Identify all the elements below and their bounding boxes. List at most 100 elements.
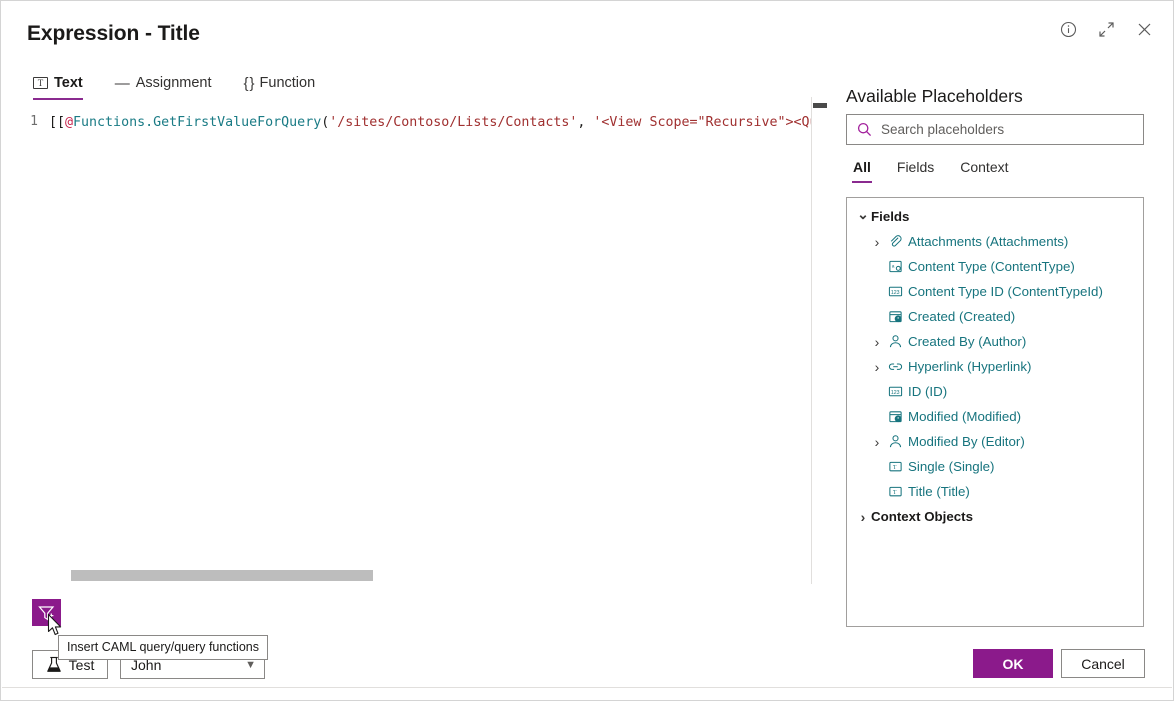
content-type-icon-wrap: a (885, 259, 905, 274)
tree-field-row[interactable]: › Attachments (Attachments) (847, 229, 1143, 254)
tab-function[interactable]: { } Function (242, 75, 318, 100)
tree-field-row[interactable]: 123 Content Type ID (ContentTypeId) (847, 279, 1143, 304)
equals-icon: — (115, 76, 130, 91)
svg-text:T: T (892, 490, 896, 496)
tree-field-row[interactable]: ›Modified By (Editor) (847, 429, 1143, 454)
text-field-icon-wrap: T (885, 459, 905, 474)
boxed-t-icon: T (33, 77, 48, 89)
editor-vertical-scrollbar-thumb[interactable] (813, 103, 827, 108)
line-number: 1 (30, 114, 38, 129)
insert-caml-query-button[interactable] (32, 599, 61, 626)
tree-row-label: Modified (Modified) (908, 409, 1021, 424)
line-number-gutter: 1 (2, 109, 48, 583)
code-editor[interactable]: 1 [[@Functions.GetFirstValueForQuery('/s… (2, 109, 811, 583)
tree-row-label: Content Type ID (ContentTypeId) (908, 284, 1103, 299)
tree-row-label: Single (Single) (908, 459, 994, 474)
content-type-icon: a (888, 259, 903, 274)
tree-row-label: Attachments (Attachments) (908, 234, 1068, 249)
expression-dialog: Expression - Title T (0, 0, 1174, 701)
code-token-fn: Functions.GetFirstValueForQuery (73, 115, 321, 130)
tree-row-label: ID (ID) (908, 384, 947, 399)
svg-text:a: a (891, 265, 894, 270)
page-title: Expression - Title (27, 22, 200, 46)
date-time-icon-wrap (885, 309, 905, 324)
close-icon[interactable] (1133, 18, 1155, 40)
tree-row-label: Content Type (ContentType) (908, 259, 1075, 274)
chevron-right-icon[interactable]: › (869, 434, 885, 450)
tree-row-label: Title (Title) (908, 484, 970, 499)
code-token-str: '<View Scope="Recursive"><Qu (593, 115, 811, 130)
window-controls (1057, 18, 1155, 40)
person-icon (888, 334, 903, 349)
tree-field-row[interactable]: a Content Type (ContentType) (847, 254, 1143, 279)
person-icon (888, 434, 903, 449)
tab-context[interactable]: Context (958, 159, 1010, 183)
chevron-right-icon[interactable]: › (869, 334, 885, 350)
tree-field-row[interactable]: Modified (Modified) (847, 404, 1143, 429)
tab-text-label: Text (54, 75, 83, 91)
placeholder-filter-tabs: All Fields Context (851, 159, 1011, 183)
code-token-plain: [[ (49, 115, 65, 130)
search-placeholders-box[interactable]: Search placeholders (846, 114, 1144, 145)
expand-icon[interactable] (1095, 18, 1117, 40)
number-icon-wrap: 123 (885, 384, 905, 399)
date-time-icon (888, 409, 903, 424)
number-icon: 123 (888, 284, 903, 299)
code-token-at: @ (65, 115, 73, 130)
date-time-icon-wrap (885, 409, 905, 424)
chevron-right-icon[interactable]: › (869, 359, 885, 375)
paperclip-icon (888, 234, 903, 249)
tree-row-label: Fields (871, 209, 909, 224)
funnel-icon (37, 604, 56, 622)
code-token-plain: , (577, 115, 593, 130)
tree-field-row[interactable]: T Title (Title) (847, 479, 1143, 504)
tree-group-row[interactable]: ›Context Objects (847, 504, 1143, 529)
tab-all[interactable]: All (851, 159, 873, 183)
info-icon[interactable] (1057, 18, 1079, 40)
tab-function-label: Function (260, 75, 316, 91)
tree-field-row[interactable]: Created (Created) (847, 304, 1143, 329)
chevron-down-icon[interactable]: ⌄ (855, 206, 871, 223)
text-field-icon: T (888, 459, 903, 474)
tree-group-row[interactable]: ⌄Fields (847, 204, 1143, 229)
number-icon-wrap: 123 (885, 284, 905, 299)
editor-mode-tabs: T Text — Assignment { } Function (31, 75, 317, 100)
tab-text[interactable]: T Text (31, 75, 85, 100)
link-icon-wrap (885, 359, 905, 374)
tab-fields[interactable]: Fields (895, 159, 936, 183)
number-icon: 123 (888, 384, 903, 399)
editor-horizontal-scrollbar-thumb[interactable] (71, 570, 373, 581)
placeholders-title: Available Placeholders (846, 86, 1023, 107)
tree-field-row[interactable]: › Hyperlink (Hyperlink) (847, 354, 1143, 379)
paperclip-icon-wrap (885, 234, 905, 249)
panel-divider (811, 97, 812, 584)
curly-braces-icon: { } (244, 76, 254, 91)
person-icon-wrap (885, 434, 905, 449)
text-field-icon: T (888, 484, 903, 499)
tab-assignment-label: Assignment (136, 75, 212, 91)
tree-field-row[interactable]: 123 ID (ID) (847, 379, 1143, 404)
tab-assignment[interactable]: — Assignment (113, 75, 214, 100)
tree-field-row[interactable]: › Created By (Author) (847, 329, 1143, 354)
code-line[interactable]: [[@Functions.GetFirstValueForQuery('/sit… (49, 114, 811, 132)
caml-tooltip: Insert CAML query/query functions (58, 635, 268, 660)
svg-text:123: 123 (890, 390, 899, 396)
tree-row-label: Hyperlink (Hyperlink) (908, 359, 1031, 374)
placeholders-tree[interactable]: ⌄Fields › Attachments (Attachments) a Conten… (846, 197, 1144, 627)
ok-button[interactable]: OK (973, 649, 1053, 678)
person-icon-wrap (885, 334, 905, 349)
code-token-str: '/sites/Contoso/Lists/Contacts' (329, 115, 577, 130)
tree-row-label: Created (Created) (908, 309, 1015, 324)
chevron-right-icon[interactable]: › (869, 234, 885, 250)
tree-field-row[interactable]: T Single (Single) (847, 454, 1143, 479)
text-field-icon-wrap: T (885, 484, 905, 499)
tree-row-label: Created By (Author) (908, 334, 1026, 349)
chevron-down-icon: ▼ (245, 659, 256, 671)
footer-divider (2, 687, 1172, 688)
search-input[interactable]: Search placeholders (881, 122, 1004, 137)
chevron-right-icon[interactable]: › (855, 509, 871, 525)
svg-text:T: T (892, 465, 896, 471)
tree-row-label: Context Objects (871, 509, 973, 524)
search-icon (857, 122, 872, 137)
cancel-button[interactable]: Cancel (1061, 649, 1145, 678)
